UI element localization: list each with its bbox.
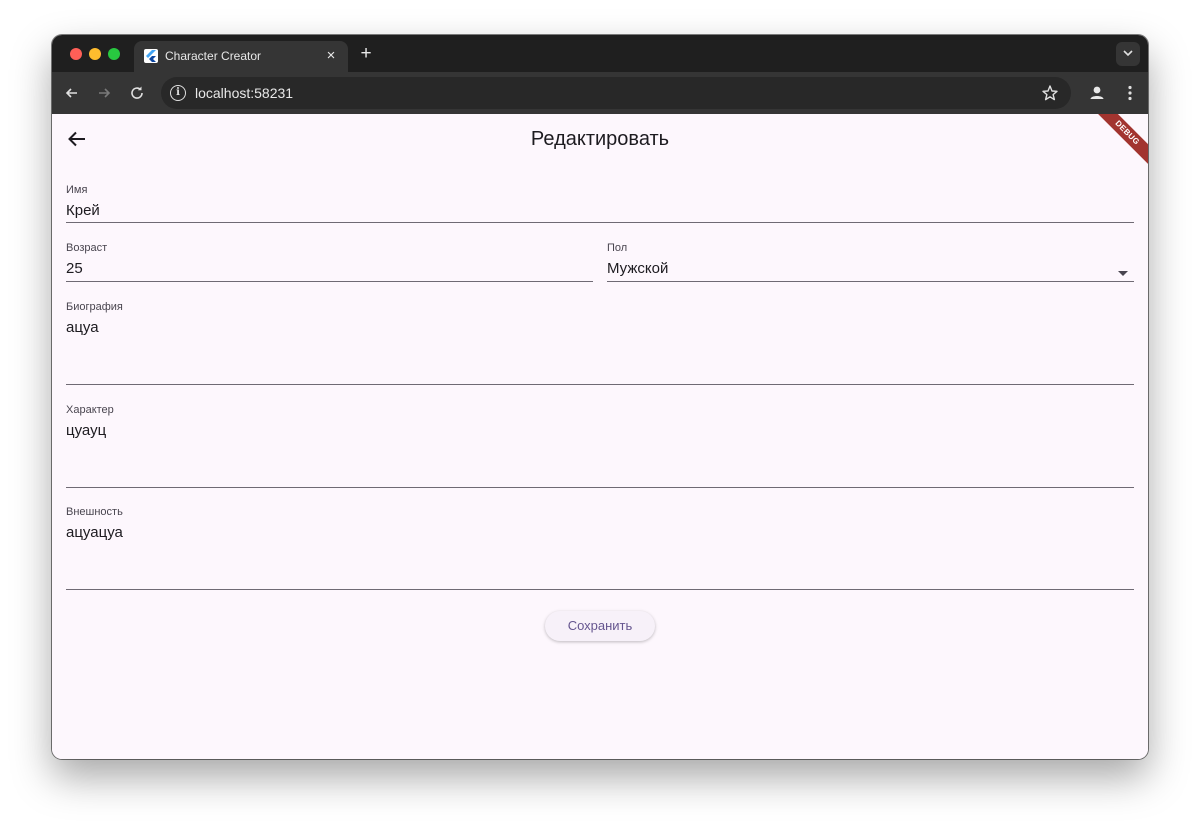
profile-icon[interactable] [1087,83,1107,103]
browser-window: Character Creator × + i localhost:58231 … [52,35,1148,759]
gender-field-label: Пол [607,242,628,254]
dropdown-arrow-icon[interactable] [1118,271,1128,276]
character-field-value[interactable]: цуауц [66,422,106,439]
app-page: Редактировать DEBUG Имя Крей Возраст 25 … [52,114,1148,759]
age-field[interactable]: Возраст 25 [66,242,593,282]
gender-dropdown[interactable]: Пол Мужской [607,242,1134,282]
more-vert-icon[interactable] [1120,83,1140,103]
address-bar[interactable]: i localhost:58231 [161,77,1071,109]
window-zoom-button[interactable] [108,48,120,60]
address-url[interactable]: localhost:58231 [195,85,293,101]
new-tab-button[interactable]: + [356,44,376,64]
appearance-field-value[interactable]: ацуацуа [66,524,123,541]
appearance-field[interactable]: Внешность ацуацуа [66,506,1134,590]
age-field-value[interactable]: 25 [66,260,83,277]
age-field-label: Возраст [66,242,108,254]
tab-title: Character Creator [165,49,262,63]
reload-button[interactable] [127,83,147,103]
tab-strip: Character Creator × + [52,35,1148,72]
appearance-field-label: Внешность [66,506,123,518]
character-field[interactable]: Характер цуауц [66,404,1134,488]
name-field[interactable]: Имя Крей [66,184,1134,223]
tab-character-creator[interactable]: Character Creator × [134,41,348,72]
browser-toolbar: i localhost:58231 [52,72,1148,114]
name-field-value[interactable]: Крей [66,202,100,219]
tab-search-button[interactable] [1116,42,1140,66]
back-arrow-icon [65,88,77,98]
forward-nav-button[interactable] [94,83,114,103]
info-icon[interactable]: i [170,85,186,101]
reload-icon [131,86,143,99]
tab-close-icon[interactable]: × [322,47,340,65]
bio-field-value[interactable]: ацуа [66,319,99,336]
bio-field[interactable]: Биография ацуа [66,301,1134,385]
gender-field-value[interactable]: Мужской [607,260,668,277]
flutter-icon [144,49,158,63]
chevron-down-icon [1123,50,1133,57]
character-field-label: Характер [66,404,114,416]
back-nav-button[interactable] [62,83,82,103]
save-button[interactable]: Сохранить [545,611,655,641]
forward-arrow-icon [99,88,111,98]
name-field-label: Имя [66,184,88,196]
bio-field-label: Биография [66,301,123,313]
window-close-button[interactable] [70,48,82,60]
page-title: Редактировать [530,128,670,150]
star-icon[interactable] [1041,84,1059,102]
window-minimize-button[interactable] [89,48,101,60]
